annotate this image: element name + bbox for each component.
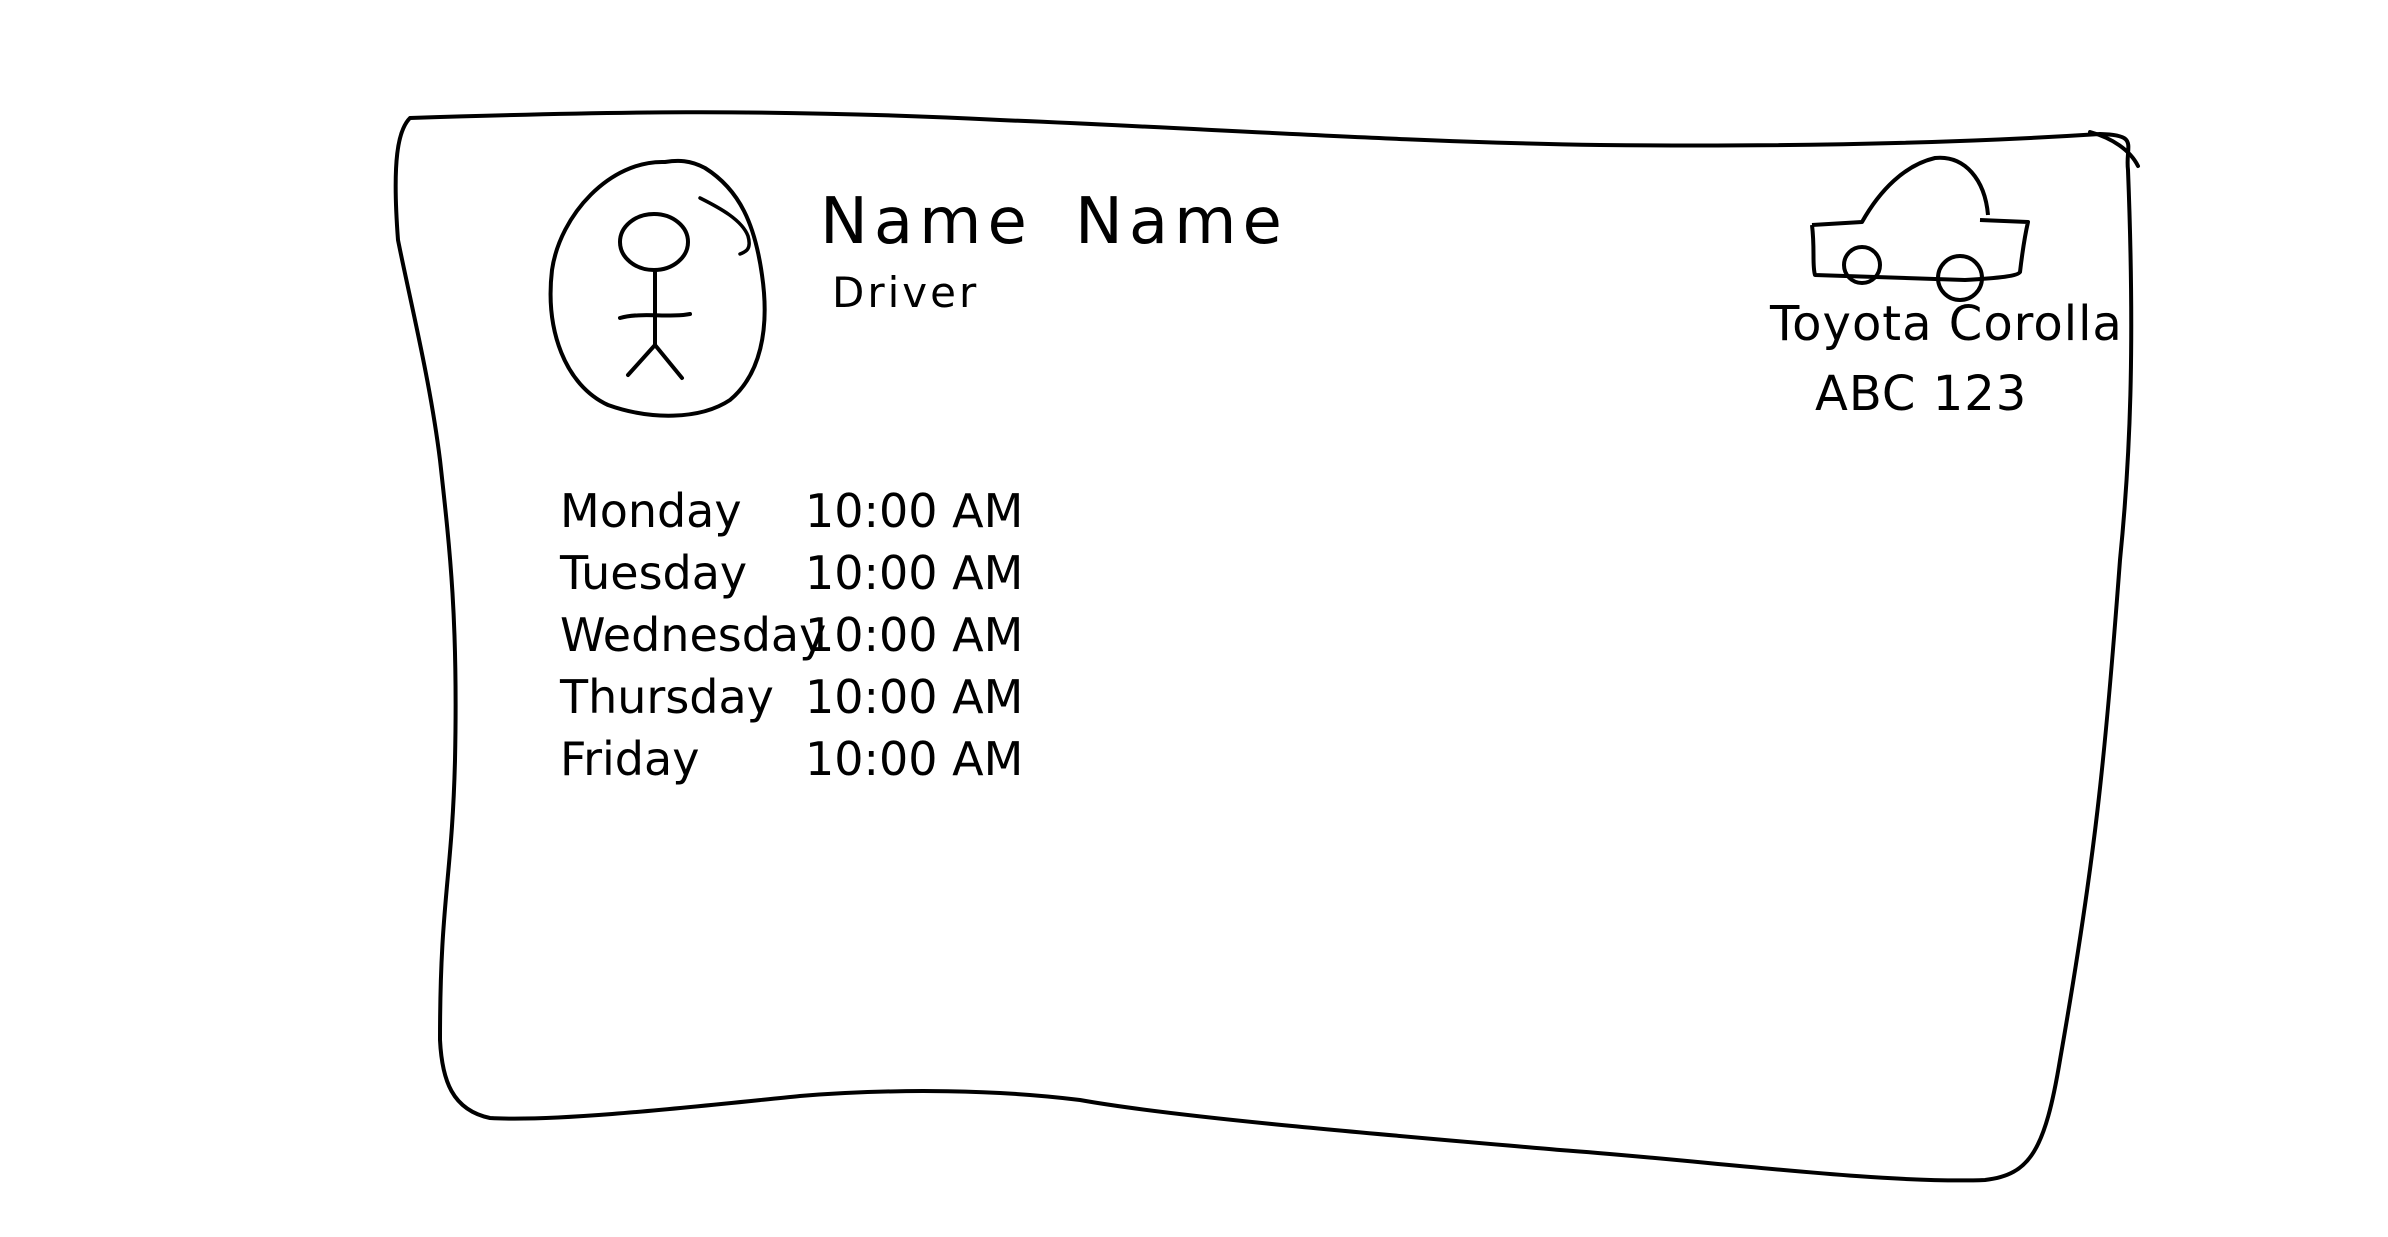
person-icon [548, 158, 767, 418]
schedule-row: Thursday 10:00 AM [560, 674, 1060, 736]
schedule-day: Friday [560, 732, 700, 786]
sketch-canvas: Name Name Driver Toyota Corolla ABC 123 … [0, 0, 2388, 1233]
profile-last-name: Name [1075, 185, 1288, 259]
card-frame-tail [2088, 130, 2140, 168]
schedule-row: Wednesday 10:00 AM [560, 612, 1060, 674]
vehicle-plate: ABC 123 [1815, 366, 2028, 422]
schedule-day: Monday [560, 484, 742, 538]
schedule-list: Monday 10:00 AM Tuesday 10:00 AM Wednesd… [560, 488, 1060, 798]
profile-first-name: Name [820, 185, 1033, 259]
schedule-day: Wednesday [560, 608, 827, 662]
schedule-time: 10:00 AM [805, 732, 1024, 786]
schedule-row: Friday 10:00 AM [560, 736, 1060, 798]
schedule-time: 10:00 AM [805, 546, 1024, 600]
vehicle-model: Toyota Corolla [1770, 296, 2123, 352]
schedule-row: Monday 10:00 AM [560, 488, 1060, 550]
schedule-time: 10:00 AM [805, 484, 1024, 538]
schedule-day: Tuesday [560, 546, 748, 600]
profile-role: Driver [832, 268, 980, 317]
schedule-time: 10:00 AM [805, 608, 1024, 662]
schedule-day: Thursday [560, 670, 774, 724]
schedule-time: 10:00 AM [805, 670, 1024, 724]
car-icon [1810, 155, 2030, 302]
schedule-row: Tuesday 10:00 AM [560, 550, 1060, 612]
